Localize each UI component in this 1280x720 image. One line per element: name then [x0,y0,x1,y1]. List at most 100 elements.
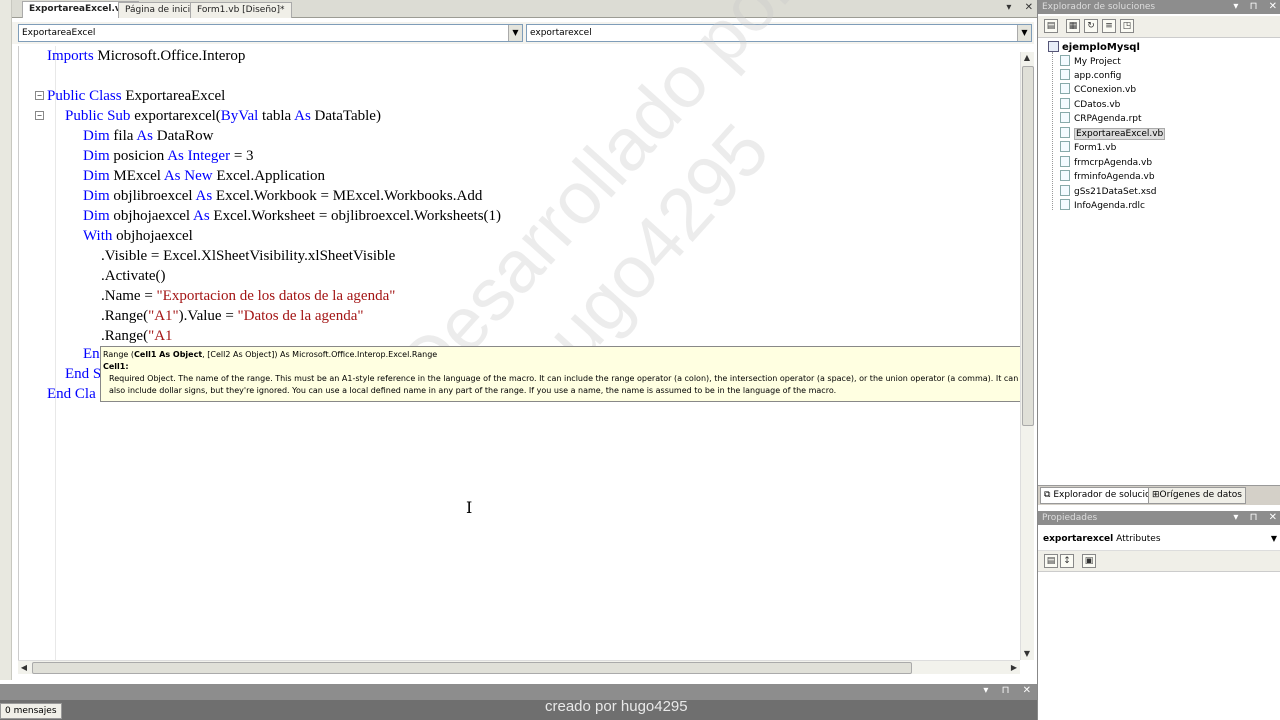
collapse-class-icon[interactable]: − [35,91,44,100]
dropdown-icon[interactable]: ▾ [1233,1,1238,12]
properties-toolbar: ▤ ↕ ▣ [1038,550,1280,572]
code-line-visible: .Visible = Excel.XlSheetVisibility.xlShe… [101,248,396,264]
code-line-with: With objhojaexcel [83,228,193,244]
document-tab-strip: ExportareaExcel.vb* Página de inicio For… [0,0,1037,18]
dataset-file-icon [1060,185,1070,196]
method-name-combo[interactable]: exportarexcel ▼ [526,24,1032,42]
code-line-sub: Public Sub exportarexcel(ByVal tabla As … [65,108,381,124]
pin-icon[interactable]: ⊓ [1250,512,1258,523]
text-cursor-icon: I [466,498,473,517]
property-pages-icon[interactable]: ▣ [1082,554,1096,568]
tree-item[interactable]: app.config [1060,69,1121,83]
class-combo-value: ExportareaExcel [22,28,96,38]
report-file-icon [1060,199,1070,210]
close-panel-icon[interactable]: ✕ [1269,512,1277,523]
left-toolbox-strip[interactable] [0,0,12,680]
code-line-activate: .Activate() [101,268,166,284]
code-line-end-sub: End S [65,366,102,382]
show-all-files-icon[interactable]: ▦ [1066,19,1080,33]
categorized-icon[interactable]: ▤ [1044,554,1058,568]
parameter-name: Cell1: [103,362,129,371]
form-file-icon [1060,141,1070,152]
data-sources-icon: ⊞ [1152,490,1160,500]
code-line-1: Imports Microsoft.Office.Interop [47,48,246,64]
parameter-description: Required Object. The name of the range. … [109,374,1019,395]
view-designer-icon[interactable]: ◳ [1120,19,1134,33]
form-file-icon [1060,156,1070,167]
tab-list-dropdown-icon[interactable]: ▾ [1006,2,1011,13]
code-line-end-class: End Cla [47,386,96,402]
vertical-scroll-thumb[interactable] [1022,66,1034,426]
pin-icon[interactable]: ⊓ [1250,1,1258,12]
error-list-pane [0,700,1037,720]
ide-window: ExportareaExcel.vb* Página de inicio For… [0,0,1280,720]
tab-form1-design[interactable]: Form1.vb [Diseño]* [190,2,292,18]
tree-item[interactable]: gSs21DataSet.xsd [1060,185,1156,199]
footer-watermark: creado por hugo4295 [545,698,688,715]
editor-horizontal-scrollbar[interactable]: ◀ ▶ [18,660,1020,674]
properties-object-combo[interactable]: exportarexcel Attributes ▼ [1040,530,1279,548]
horizontal-scroll-thumb[interactable] [32,662,912,674]
chevron-down-icon[interactable]: ▼ [508,25,522,41]
vb-file-icon [1060,83,1070,94]
code-line-end-with: En [83,346,100,362]
pin-icon[interactable]: ▾ [983,685,988,696]
tree-item[interactable]: Form1.vb [1060,141,1116,155]
tab-data-sources[interactable]: ⊞Orígenes de datos [1148,487,1246,504]
solution-root-node[interactable]: ejemploMysql [1048,41,1140,55]
code-line-dim-fila: Dim fila As DataRow [83,128,214,144]
code-line-class: Public Class ExportareaExcel [47,88,226,104]
scroll-right-icon[interactable]: ▶ [1008,662,1020,674]
dropdown-icon[interactable]: ▾ [1233,512,1238,523]
report-file-icon [1060,112,1070,123]
solution-explorer-title: Explorador de soluciones ▾ ⊓ ✕ [1038,0,1280,14]
vb-file-icon [1060,127,1070,138]
messages-filter-button[interactable]: 0 mensajes [0,703,62,719]
editor-vertical-scrollbar[interactable]: ▲ ▼ [1020,52,1034,660]
chevron-down-icon[interactable]: ▼ [1271,530,1277,548]
properties-icon[interactable]: ▤ [1044,19,1058,33]
close-panel-icon[interactable]: ✕ [1269,1,1277,12]
tree-item[interactable]: CConexion.vb [1060,83,1136,97]
code-line-dim-posicion: Dim posicion As Integer = 3 [83,148,254,164]
tree-item[interactable]: My Project [1060,55,1121,69]
code-line-range-value: .Range("A1").Value = "Datos de la agenda… [101,308,364,324]
vb-file-icon [1060,98,1070,109]
tree-item[interactable]: CDatos.vb [1060,98,1120,112]
tree-item-selected[interactable]: ExportareaExcel.vb [1060,127,1166,141]
properties-title: Propiedades ▾ ⊓ ✕ [1038,511,1280,525]
code-navigation-bar: ExportareaExcel ▼ exportarexcel ▼ [12,22,1034,44]
my-project-icon [1060,55,1070,66]
scroll-down-icon[interactable]: ▼ [1021,648,1033,660]
scroll-up-icon[interactable]: ▲ [1021,52,1033,64]
project-icon [1048,41,1059,52]
alphabetical-icon[interactable]: ↕ [1060,554,1074,568]
tree-item[interactable]: InfoAgenda.rdlc [1060,199,1145,213]
close-document-icon[interactable]: ✕ [1025,2,1033,13]
code-line-range-typing: .Range("A1 [101,328,173,344]
code-line-dim-libro: Dim objlibroexcel As Excel.Workbook = ME… [83,188,483,204]
solution-explorer-icon: ⧉ [1044,490,1051,500]
scroll-left-icon[interactable]: ◀ [18,662,30,674]
close-panel-icon[interactable]: ✕ [1023,685,1031,696]
right-tool-panel: Explorador de soluciones ▾ ⊓ ✕ ▤ ▦ ↻ ≡ ◳… [1037,0,1280,720]
parameter-info-tooltip: Range (Cell1 As Object, [Cell2 As Object… [100,346,1024,402]
tree-item[interactable]: CRPAgenda.rpt [1060,112,1142,126]
tree-item[interactable]: frmcrpAgenda.vb [1060,156,1152,170]
chevron-down-icon[interactable]: ▼ [1017,25,1031,41]
error-list-title-bar: ▾ ⊓ ✕ [0,684,1037,700]
panel-tab-strip: ⧉ Explorador de soluciones ⊞Orígenes de … [1038,485,1280,505]
collapse-sub-icon[interactable]: − [35,111,44,120]
code-line-name: .Name = "Exportacion de los datos de la … [101,288,396,304]
view-code-icon[interactable]: ≡ [1102,19,1116,33]
tree-item[interactable]: frminfoAgenda.vb [1060,170,1155,184]
code-line-dim-mexcel: Dim MExcel As New Excel.Application [83,168,326,184]
class-name-combo[interactable]: ExportareaExcel ▼ [18,24,523,42]
autohide-icon[interactable]: ⊓ [1002,685,1010,696]
code-line-dim-hoja: Dim objhojaexcel As Excel.Worksheet = ob… [83,208,502,224]
refresh-icon[interactable]: ↻ [1084,19,1098,33]
config-file-icon [1060,69,1070,80]
method-signature: Range (Cell1 As Object, [Cell2 As Object… [103,350,438,359]
method-combo-value: exportarexcel [530,28,592,38]
form-file-icon [1060,170,1070,181]
